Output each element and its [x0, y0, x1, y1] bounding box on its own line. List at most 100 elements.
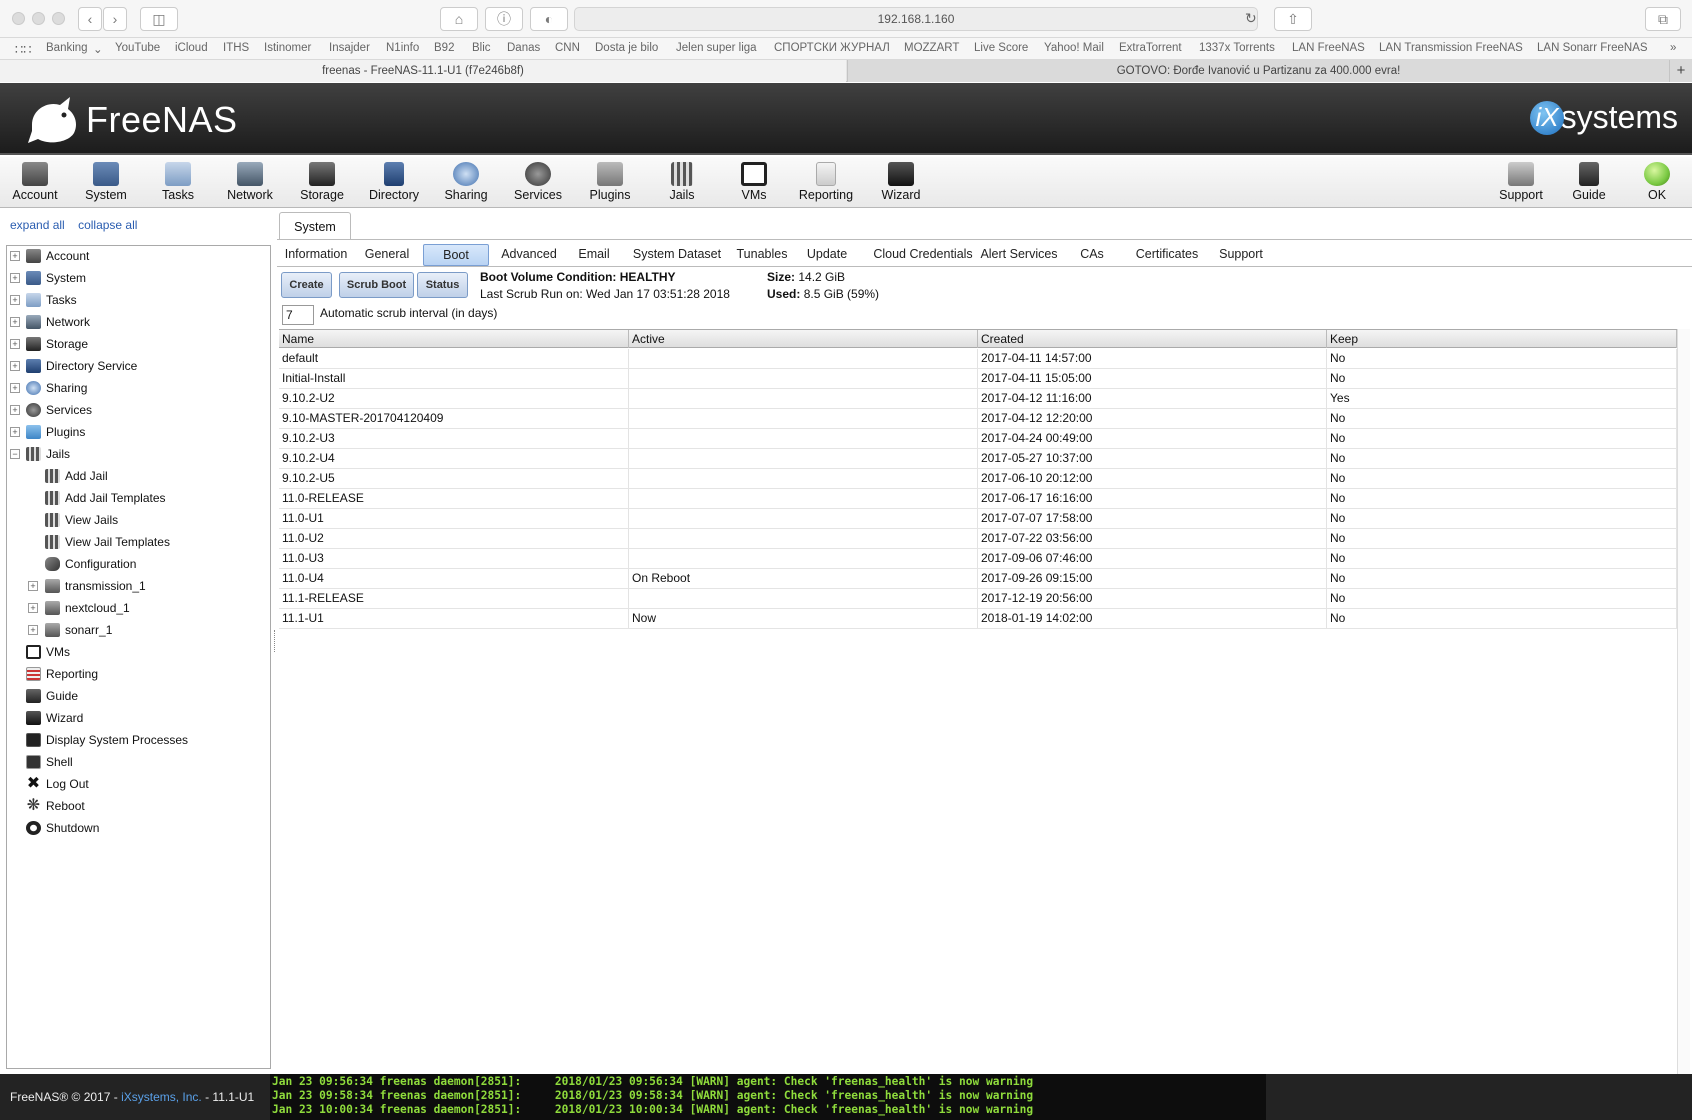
bookmark-icloud[interactable]: iCloud [175, 42, 208, 54]
tree-item-plugins[interactable]: + Plugins [7, 422, 267, 442]
table-row[interactable]: 9.10.2-U5 2017-06-10 20:12:00 No [279, 469, 1677, 489]
close-window-button[interactable] [12, 12, 25, 25]
home-icon[interactable]: ⌂ [440, 7, 478, 31]
tab-system[interactable]: System [279, 212, 351, 240]
new-tab-button[interactable]: + [1669, 60, 1692, 82]
subtab-tunables[interactable]: Tunables [733, 244, 791, 266]
bookmark-sportski-zurnal[interactable]: СПОРТСКИ ЖУРНАЛ [774, 42, 890, 54]
tree-item-sharing[interactable]: + Sharing [7, 378, 267, 398]
table-row[interactable]: 11.0-U3 2017-09-06 07:46:00 No [279, 549, 1677, 569]
tree-item-view-jails[interactable]: View Jails [7, 510, 267, 530]
expand-plus-icon[interactable]: + [28, 603, 38, 613]
tree-item-view-jail-templates[interactable]: View Jail Templates [7, 532, 267, 552]
subtab-information[interactable]: Information [283, 244, 349, 266]
tree-item-add-jail[interactable]: Add Jail [7, 466, 267, 486]
expand-all-link[interactable]: expand all [10, 218, 65, 232]
browser-tab-news[interactable]: GOTOVO: Đorđe Ivanović u Partizanu za 40… [847, 60, 1669, 82]
table-row[interactable]: 11.0-RELEASE 2017-06-17 16:16:00 No [279, 489, 1677, 509]
expand-plus-icon[interactable]: + [10, 339, 20, 349]
table-row[interactable]: 9.10.2-U2 2017-04-12 11:16:00 Yes [279, 389, 1677, 409]
tree-item-account[interactable]: + Account [7, 246, 267, 266]
nav-wizard[interactable]: Wizard [866, 160, 936, 206]
table-row[interactable]: default 2017-04-11 14:57:00 No [279, 349, 1677, 369]
bookmark-lan-freenas[interactable]: LAN FreeNAS [1292, 42, 1365, 54]
nav-directory[interactable]: Directory [359, 160, 429, 206]
bookmark-cnn[interactable]: CNN [555, 42, 580, 54]
bookmark-blic[interactable]: Blic [472, 42, 491, 54]
collapse-minus-icon[interactable]: − [10, 449, 20, 459]
tree-item-guide[interactable]: Guide [7, 686, 267, 706]
table-row[interactable]: 11.0-U1 2017-07-07 17:58:00 No [279, 509, 1677, 529]
nav-services[interactable]: Services [503, 160, 573, 206]
tree-item-shutdown[interactable]: Shutdown [7, 818, 267, 838]
tree-item-log-out[interactable]: ✖ Log Out [7, 774, 267, 794]
expand-plus-icon[interactable]: + [28, 625, 38, 635]
nav-plugins[interactable]: Plugins [575, 160, 645, 206]
subtab-certificates[interactable]: Certificates [1126, 244, 1208, 266]
table-row[interactable]: 11.0-U4 On Reboot 2017-09-26 09:15:00 No [279, 569, 1677, 589]
nav-network[interactable]: Network [215, 160, 285, 206]
ixsystems-link[interactable]: iXsystems, Inc. [121, 1090, 202, 1104]
subtab-system-dataset[interactable]: System Dataset [628, 244, 726, 266]
bookmark-extratorrent[interactable]: ExtraTorrent [1119, 42, 1182, 54]
bookmark-lan-sonarr-freenas[interactable]: LAN Sonarr FreeNAS [1537, 42, 1648, 54]
nav-storage[interactable]: Storage [287, 160, 357, 206]
expand-plus-icon[interactable]: + [10, 383, 20, 393]
column-header-active[interactable]: Active [629, 330, 978, 348]
nav-ok-status[interactable]: OK [1622, 160, 1692, 206]
tree-item-jails[interactable]: − Jails [7, 444, 267, 464]
bookmark-mozzart[interactable]: MOZZART [904, 42, 959, 54]
bookmark-n1info[interactable]: N1info [386, 42, 419, 54]
tree-item-tasks[interactable]: + Tasks [7, 290, 267, 310]
tree-item-display-system-processes[interactable]: Display System Processes [7, 730, 267, 750]
tree-item-add-jail-templates[interactable]: Add Jail Templates [7, 488, 267, 508]
tree-item-network[interactable]: + Network [7, 312, 267, 332]
expand-plus-icon[interactable]: + [10, 361, 20, 371]
nav-guide[interactable]: Guide [1554, 160, 1624, 206]
subtab-alert-services[interactable]: Alert Services [973, 244, 1065, 266]
subtab-advanced[interactable]: Advanced [497, 244, 561, 266]
bookmark-1337x-torrents[interactable]: 1337x Torrents [1199, 42, 1275, 54]
bookmark-iths[interactable]: ITHS [223, 42, 249, 54]
expand-plus-icon[interactable]: + [10, 273, 20, 283]
bookmark-live-score[interactable]: Live Score [974, 42, 1028, 54]
tree-item-reboot[interactable]: ❋ Reboot [7, 796, 267, 816]
bookmark-insajder[interactable]: Insajder [329, 42, 370, 54]
bookmark-youtube[interactable]: YouTube [115, 42, 160, 54]
bookmark-danas[interactable]: Danas [507, 42, 540, 54]
tree-item-jail-sonarr[interactable]: + sonarr_1 [7, 620, 267, 640]
forward-icon[interactable]: › [103, 7, 127, 31]
subtab-general[interactable]: General [361, 244, 413, 266]
browser-tab-freenas[interactable]: freenas - FreeNAS-11.1-U1 (f7e246b8f) [0, 60, 846, 82]
tree-item-system[interactable]: + System [7, 268, 267, 288]
bookmark-yahoo-mail[interactable]: Yahoo! Mail [1044, 42, 1104, 54]
expand-plus-icon[interactable]: + [10, 405, 20, 415]
zoom-window-button[interactable] [52, 12, 65, 25]
expand-plus-icon[interactable]: + [10, 251, 20, 261]
tree-item-directory-service[interactable]: + Directory Service [7, 356, 267, 376]
subtab-cloud-credentials[interactable]: Cloud Credentials [867, 244, 979, 266]
tree-item-shell[interactable]: Shell [7, 752, 267, 772]
subtab-email[interactable]: Email [574, 244, 614, 266]
expand-plus-icon[interactable]: + [10, 427, 20, 437]
subtab-update[interactable]: Update [803, 244, 851, 266]
nav-system[interactable]: System [71, 160, 141, 206]
column-header-name[interactable]: Name [279, 330, 629, 348]
minimize-window-button[interactable] [32, 12, 45, 25]
back-icon[interactable]: ‹ [78, 7, 102, 31]
expand-plus-icon[interactable]: + [28, 581, 38, 591]
subtab-boot[interactable]: Boot [423, 244, 489, 266]
table-row[interactable]: 11.1-U1 Now 2018-01-19 14:02:00 No [279, 609, 1677, 629]
chevron-down-icon[interactable]: ⌄ [93, 42, 103, 56]
nav-support[interactable]: Support [1486, 160, 1556, 206]
bookmark-jelen-super-liga[interactable]: Jelen super liga [676, 42, 757, 54]
scrub-boot-button[interactable]: Scrub Boot [339, 272, 414, 298]
shield-icon[interactable]: ◐ [530, 7, 568, 31]
nav-sharing[interactable]: Sharing [431, 160, 501, 206]
collapse-all-link[interactable]: collapse all [78, 218, 137, 232]
info-icon[interactable]: ⓘ [485, 7, 523, 31]
pane-resize-handle[interactable] [274, 630, 276, 652]
tab-overview-icon[interactable]: ⧉ [1645, 7, 1681, 31]
table-row[interactable]: 9.10.2-U3 2017-04-24 00:49:00 No [279, 429, 1677, 449]
tree-item-storage[interactable]: + Storage [7, 334, 267, 354]
